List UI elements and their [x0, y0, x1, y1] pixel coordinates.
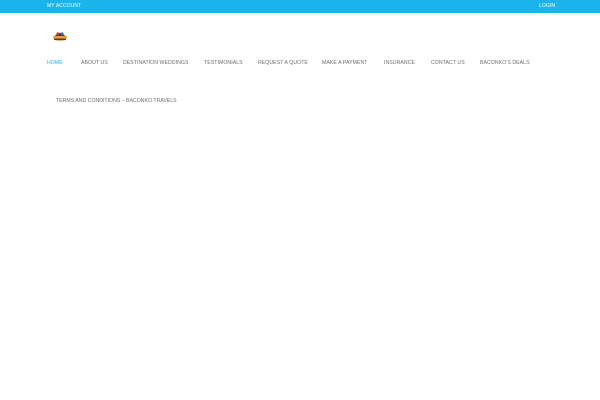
nav-item-home[interactable]: HOME — [47, 60, 63, 67]
my-account-link[interactable]: MY ACCOUNT — [47, 3, 81, 9]
nav-item-about-us[interactable]: ABOUT US — [81, 60, 108, 67]
login-link[interactable]: LOGIN — [539, 3, 555, 9]
nav-item-baconkos-deals[interactable]: BACONKO'S DEALS — [480, 60, 530, 67]
nav-item-testimonials[interactable]: TESTIMONIALS — [204, 60, 243, 67]
site-logo[interactable] — [52, 29, 68, 42]
top-bar: MY ACCOUNT LOGIN — [0, 0, 600, 13]
nav-item-insurance[interactable]: INSURANCE — [384, 60, 415, 67]
secondary-navigation: TERMS AND CONDITIONS – BACONKO TRAVELS — [56, 89, 177, 107]
nav-item-contact-us[interactable]: CONTACT US — [431, 60, 465, 67]
nav-item-destination-weddings[interactable]: DESTINATION WEDDINGS — [123, 60, 188, 67]
baconko-travels-logo-icon — [53, 32, 67, 41]
nav-item-terms-and-conditions[interactable]: TERMS AND CONDITIONS – BACONKO TRAVELS — [56, 98, 177, 104]
nav-item-request-a-quote[interactable]: REQUEST A QUOTE — [258, 60, 308, 67]
nav-item-make-a-payment[interactable]: MAKE A PAYMENT — [322, 60, 367, 67]
